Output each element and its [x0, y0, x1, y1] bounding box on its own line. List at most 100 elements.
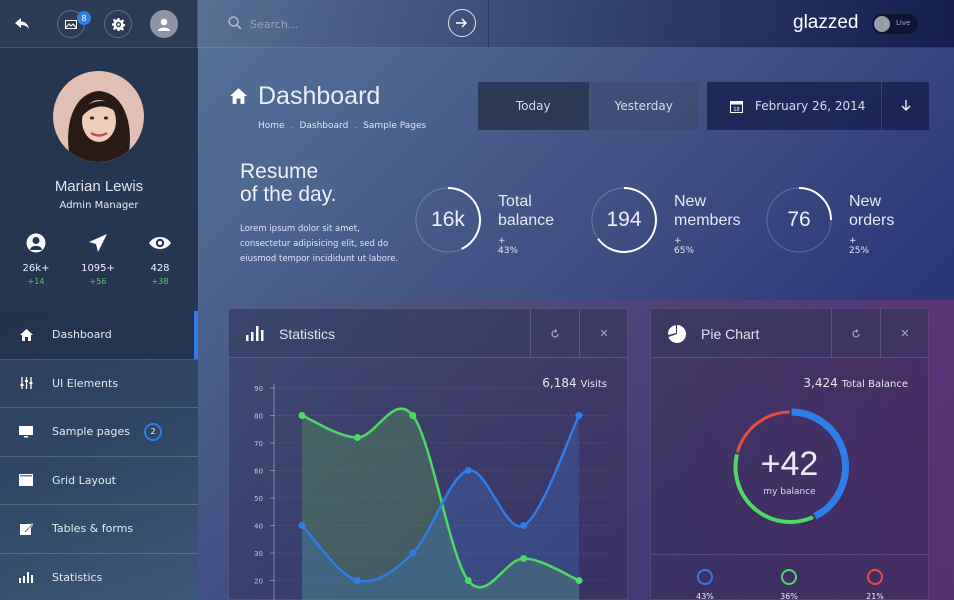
sidebar-item-grid-layout[interactable]: Grid Layout [0, 457, 198, 505]
gear-icon [111, 17, 125, 31]
sidebar-item-sample-pages[interactable]: Sample pages 2 [0, 408, 198, 457]
legend-item: 21% [855, 569, 895, 600]
refresh-button[interactable] [831, 309, 880, 358]
live-toggle[interactable]: Live [872, 14, 918, 34]
yesterday-button[interactable]: Yesterday [588, 82, 699, 130]
date-picker[interactable]: 18 February 26, 2014 [707, 82, 929, 130]
refresh-icon [852, 328, 860, 338]
stat-delta: +38 [151, 277, 169, 286]
legend-percent: 21% [866, 592, 884, 600]
paper-plane-icon [89, 234, 107, 252]
resume-title: Resume of the day. [240, 160, 337, 206]
live-toggle-label: Live [896, 19, 911, 27]
sidebar-item-tables-forms[interactable]: Tables & forms [0, 505, 198, 554]
user-icon [26, 233, 46, 253]
data-point-green[interactable] [409, 412, 417, 419]
panel-title: Statistics [279, 326, 336, 342]
date-dropdown-button[interactable] [881, 82, 929, 130]
svg-text:18: 18 [733, 107, 739, 113]
breadcrumb-separator: . [290, 121, 294, 131]
data-point-blue[interactable] [575, 412, 583, 419]
legend-percent: 43% [696, 592, 714, 600]
kpi-label: New members [674, 193, 741, 229]
profile-card: Marian Lewis Admin Manager 26k+ +14 1095… [0, 48, 198, 311]
calendar-icon: 18 [729, 99, 743, 113]
top-icon-bar: 8 [0, 0, 198, 48]
settings-button[interactable] [104, 10, 132, 38]
sidebar-item-statistics[interactable]: Statistics [0, 554, 198, 600]
close-button[interactable]: ✕ [880, 309, 929, 358]
data-point-blue[interactable] [464, 467, 472, 474]
user-icon [158, 18, 170, 31]
total-balance: 3,424 Total Balance [803, 376, 908, 390]
kpi-delta: + 25% [849, 236, 870, 256]
sidebar-item-dashboard[interactable]: Dashboard [0, 311, 198, 360]
statistics-chart: 20 30 40 50 60 70 80 90 [254, 384, 609, 600]
breadcrumb-separator: . [354, 121, 358, 131]
sidebar-item-label: Grid Layout [52, 473, 116, 487]
legend-ring-green [781, 569, 797, 585]
profile-stat-followers: 26k+ +14 [6, 233, 66, 286]
divider [651, 554, 928, 555]
kpi-value: 76 [787, 208, 811, 231]
stat-value: 1095+ [81, 263, 115, 274]
selected-date: February 26, 2014 [755, 99, 866, 113]
data-point-blue[interactable] [409, 549, 417, 557]
stat-value: 26k+ [22, 263, 50, 274]
data-point-blue[interactable] [298, 522, 306, 529]
search-input[interactable] [250, 14, 430, 34]
monitor-icon [18, 425, 34, 439]
data-point-blue[interactable] [353, 577, 361, 584]
data-point-green[interactable] [575, 577, 583, 584]
stat-delta: +56 [89, 277, 107, 286]
sidebar-item-ui-elements[interactable]: UI Elements [0, 360, 198, 408]
panel-title: Pie Chart [701, 326, 760, 342]
sidebar-item-label: Dashboard [52, 328, 112, 342]
y-tick-label: 20 [254, 578, 263, 586]
data-point-green[interactable] [464, 577, 472, 584]
profile-stat-messages: 1095+ +56 [68, 233, 128, 286]
top-bar: glazzed Live [198, 0, 954, 48]
resume-text: Lorem ipsum dolor sit amet, consectetur … [240, 224, 399, 264]
today-button[interactable]: Today [478, 82, 589, 130]
donut-center-label: my balance [763, 487, 816, 497]
legend-item: 43% [685, 569, 725, 600]
close-button[interactable]: ✕ [579, 309, 628, 358]
search-box [198, 0, 489, 48]
data-point-green[interactable] [298, 412, 306, 419]
refresh-icon [551, 328, 559, 338]
statistics-panel: Statistics ✕ 6,184 Visits 20 30 40 50 60 70 80… [228, 308, 628, 600]
y-tick-label: 60 [254, 468, 263, 476]
home-icon [18, 328, 34, 342]
legend-ring-red [867, 569, 883, 585]
data-point-green[interactable] [520, 555, 528, 562]
stat-value: 428 [150, 263, 170, 274]
y-tick-label: 80 [254, 413, 263, 421]
y-tick-label: 30 [254, 550, 263, 558]
legend-percent: 36% [780, 592, 798, 600]
page-title: Dashboard [258, 82, 381, 110]
arrow-right-icon [456, 18, 467, 28]
y-tick-label: 50 [254, 495, 263, 503]
brand-logo: glazzed [793, 12, 859, 33]
user-avatar-button[interactable] [150, 10, 178, 38]
resume-title-line2: of the day. [240, 183, 337, 206]
breadcrumb-dashboard[interactable]: Dashboard [299, 121, 348, 131]
breadcrumb-sample-pages[interactable]: Sample Pages [363, 121, 426, 131]
data-point-blue[interactable] [520, 522, 528, 529]
close-icon: ✕ [900, 327, 910, 340]
mail-badge: 8 [77, 11, 91, 25]
profile-stat-views: 428 +38 [130, 233, 190, 286]
refresh-button[interactable] [530, 309, 579, 358]
kpi-delta: + 65% [674, 236, 695, 256]
data-point-green[interactable] [353, 434, 361, 441]
breadcrumb-home[interactable]: Home [258, 121, 285, 131]
toggle-knob [874, 16, 890, 32]
y-tick-label: 70 [254, 440, 263, 448]
pie-chart-icon [668, 325, 686, 347]
sample-pages-badge: 2 [144, 422, 162, 441]
avatar [53, 71, 144, 162]
reply-arrow-icon[interactable] [12, 14, 32, 34]
bar-chart-icon [246, 325, 265, 345]
search-submit-button[interactable] [448, 9, 476, 37]
